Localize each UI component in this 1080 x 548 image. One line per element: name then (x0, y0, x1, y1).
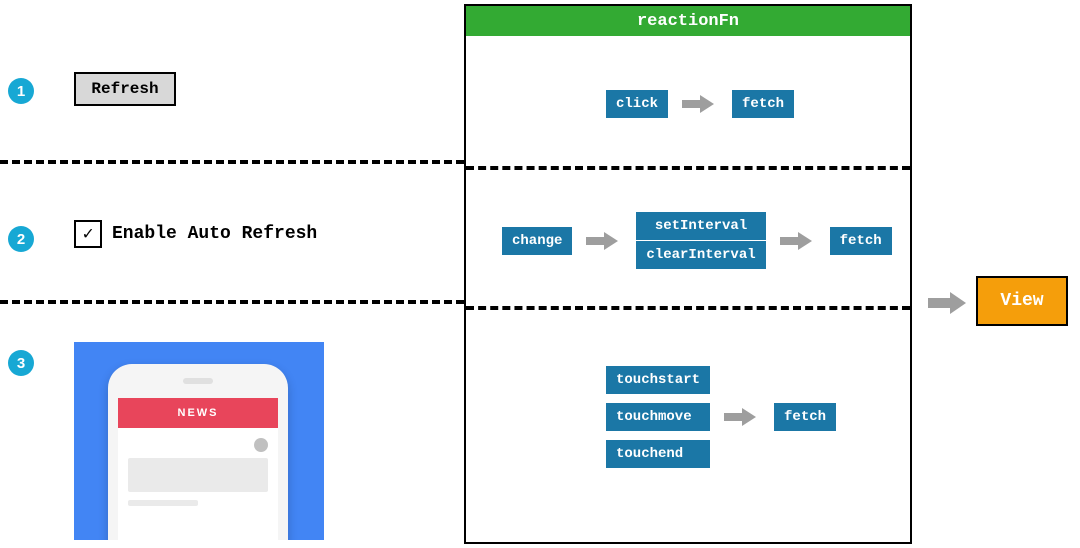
refresh-button[interactable]: Refresh (74, 72, 176, 106)
divider (0, 300, 464, 304)
arrow-right-icon (586, 232, 622, 250)
tag-clearinterval: clearInterval (636, 241, 765, 269)
phone-body: NEWS (108, 364, 288, 540)
flow-row-3: touchstart touchmove touchend fetch (606, 366, 836, 468)
interval-tag-stack: setInterval clearInterval (636, 212, 765, 269)
phone-screen[interactable]: NEWS (118, 398, 278, 540)
tag-touchstart: touchstart (606, 366, 710, 395)
panel-divider (466, 166, 910, 170)
phone-title-bar: NEWS (118, 398, 278, 428)
result-tag-fetch: fetch (830, 227, 892, 255)
tag-touchend: touchend (606, 440, 710, 468)
phone-speaker (183, 378, 213, 384)
divider (0, 160, 464, 164)
panel-title: reactionFn (466, 6, 910, 36)
phone-mock-tile: NEWS (74, 342, 324, 540)
phone-loading-dot (254, 438, 268, 452)
reactionfn-panel: reactionFn click fetch change setInterva… (464, 4, 912, 544)
arrow-right-icon (928, 292, 970, 314)
auto-refresh-checkbox-row: ✓ Enable Auto Refresh (74, 220, 317, 248)
event-tag-change: change (502, 227, 572, 255)
arrow-right-icon (724, 408, 760, 426)
result-tag-fetch: fetch (774, 403, 836, 431)
flow-row-2: change setInterval clearInterval fetch (502, 212, 892, 269)
phone-list-item (128, 458, 268, 492)
flow-row-1: click fetch (606, 90, 794, 118)
auto-refresh-checkbox[interactable]: ✓ (74, 220, 102, 248)
result-tag-fetch: fetch (732, 90, 794, 118)
tag-touchmove: touchmove (606, 403, 710, 432)
view-output-box: View (976, 276, 1068, 326)
tag-setinterval: setInterval (636, 212, 765, 241)
step-marker-3: 3 (8, 350, 34, 376)
phone-content (118, 428, 278, 516)
step-marker-1: 1 (8, 78, 34, 104)
touch-tag-stack: touchstart touchmove touchend (606, 366, 710, 468)
arrow-right-icon (780, 232, 816, 250)
auto-refresh-label: Enable Auto Refresh (112, 224, 317, 244)
phone-list-item (128, 500, 198, 506)
step-marker-2: 2 (8, 226, 34, 252)
arrow-right-icon (682, 95, 718, 113)
panel-divider (466, 306, 910, 310)
event-tag-click: click (606, 90, 668, 118)
